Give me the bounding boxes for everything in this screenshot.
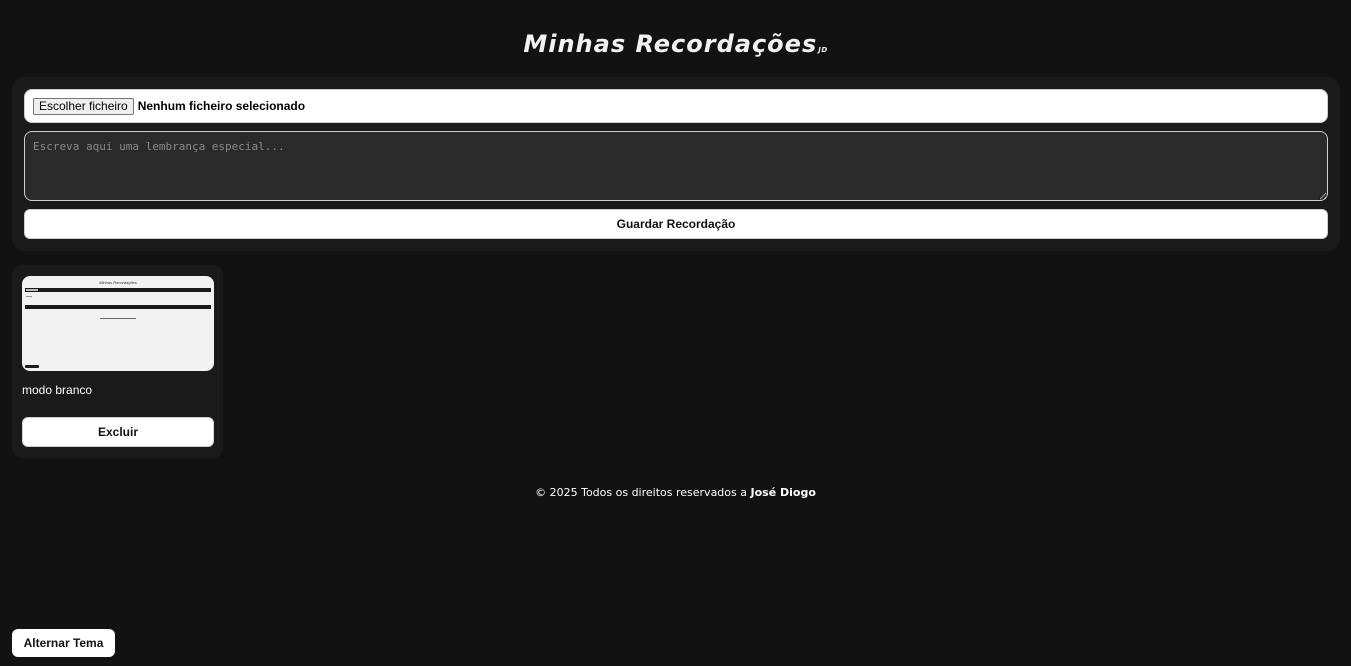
save-memory-button[interactable]: Guardar Recordação [24, 209, 1328, 239]
delete-memory-button[interactable]: Excluir [22, 417, 214, 447]
footer-author: José Diogo [750, 486, 816, 499]
memory-image: Minhas Recordações [22, 276, 214, 371]
footer-text: © 2025 Todos os direitos reservados a [535, 486, 747, 499]
page-title: Minhas RecordaçõesJD [0, 30, 1351, 58]
page-title-text: Minhas Recordações [523, 30, 818, 58]
toggle-theme-button[interactable]: Alternar Tema [12, 629, 115, 657]
choose-file-button[interactable]: Escolher ficheiro [33, 97, 134, 115]
file-upload-field[interactable]: Escolher ficheiro Nenhum ficheiro seleci… [24, 89, 1328, 123]
memory-text: modo branco [22, 383, 93, 397]
memory-textarea[interactable] [24, 131, 1328, 201]
file-status-text: Nenhum ficheiro selecionado [137, 99, 306, 113]
page-subtitle: JD [818, 46, 828, 54]
footer: © 2025 Todos os direitos reservados a Jo… [0, 486, 1351, 499]
